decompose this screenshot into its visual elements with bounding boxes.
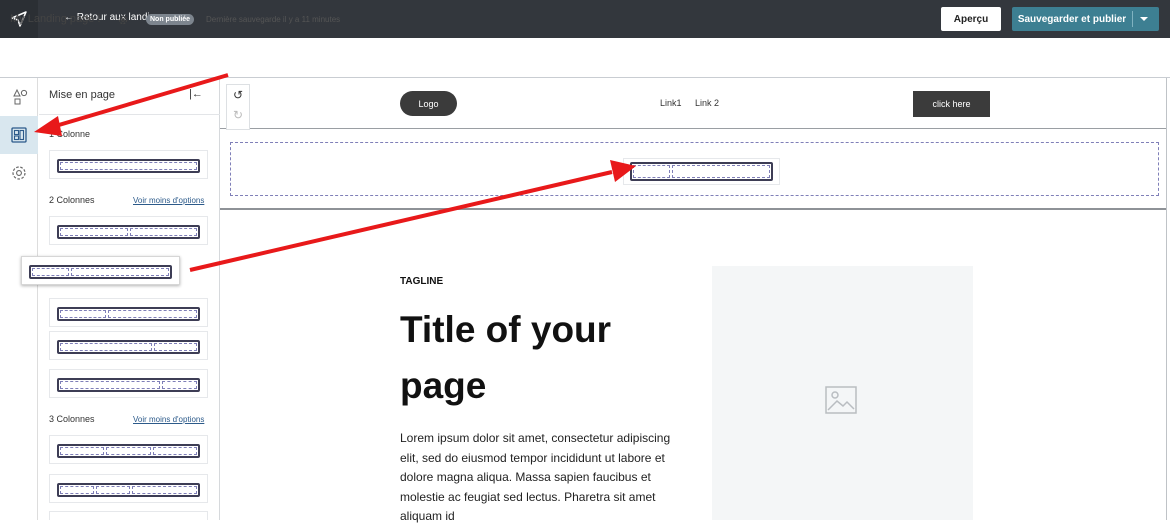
layout-icon[interactable] bbox=[0, 116, 38, 154]
nav-link-2[interactable]: Link 2 bbox=[695, 98, 719, 108]
section-1-colonne-label: 1 Colonne bbox=[49, 129, 91, 139]
section-3-colonnes-label: 3 Colonnes bbox=[49, 414, 95, 424]
landing-header-section[interactable] bbox=[220, 78, 1166, 129]
collapse-panel-icon[interactable]: |← bbox=[189, 88, 203, 100]
image-placeholder[interactable] bbox=[712, 266, 973, 520]
page-subheader bbox=[0, 38, 1170, 78]
save-and-publish-button[interactable]: Sauvegarder et publier bbox=[1012, 7, 1159, 31]
chevron-down-icon[interactable] bbox=[1140, 17, 1148, 21]
voir-moins-options-link[interactable]: Voir moins d'options bbox=[133, 196, 204, 205]
panel-divider bbox=[39, 114, 220, 115]
panel-title: Mise en page bbox=[49, 89, 116, 101]
hero-title[interactable]: Title of your page bbox=[400, 302, 700, 414]
layout-3-col-25-25-50[interactable] bbox=[49, 474, 208, 503]
undo-redo-controls: ↺ ↻ bbox=[226, 84, 250, 130]
nav-link-1[interactable]: Link1 bbox=[660, 98, 682, 108]
button-separator bbox=[1132, 11, 1133, 27]
settings-gear-icon[interactable] bbox=[0, 154, 38, 192]
hero-body-text[interactable]: Lorem ipsum dolor sit amet, consectetur … bbox=[400, 429, 685, 527]
cta-button[interactable]: click here bbox=[913, 91, 990, 117]
layout-3-col-equal[interactable] bbox=[49, 435, 208, 464]
settings-gear-icon[interactable] bbox=[117, 13, 129, 31]
dropped-layout-preview bbox=[623, 158, 780, 185]
layout-2-col-33-67-dragging[interactable] bbox=[21, 256, 180, 285]
save-and-publish-label: Sauvegarder et publier bbox=[1017, 13, 1127, 25]
layout-2-col-67-33[interactable] bbox=[49, 331, 208, 360]
layout-3-col-partial[interactable] bbox=[49, 511, 208, 520]
logo-button[interactable]: Logo bbox=[400, 91, 457, 116]
redo-icon[interactable]: ↻ bbox=[227, 108, 249, 122]
last-saved-text: Dernière sauvegarde il y a 11 minutes bbox=[206, 15, 341, 24]
undo-icon[interactable]: ↺ bbox=[227, 88, 249, 102]
layout-panel: Mise en page |← 1 Colonne 2 Colonnes Voi… bbox=[39, 78, 220, 520]
status-badge: Non publiée bbox=[146, 14, 195, 25]
voir-moins-options-link[interactable]: Voir moins d'options bbox=[133, 415, 204, 424]
page-title[interactable]: My Landing page ! bbox=[10, 13, 101, 25]
preview-button[interactable]: Aperçu bbox=[941, 7, 1001, 31]
section-divider bbox=[220, 208, 1166, 210]
image-icon bbox=[825, 386, 857, 414]
layout-1-col[interactable] bbox=[49, 150, 208, 179]
layout-2-col-50-50[interactable] bbox=[49, 216, 208, 245]
canvas-scrollbar[interactable] bbox=[1166, 78, 1167, 520]
hero-tagline[interactable]: TAGLINE bbox=[400, 276, 443, 287]
section-2-colonnes-label: 2 Colonnes bbox=[49, 195, 95, 205]
elements-shapes-icon[interactable] bbox=[0, 78, 38, 116]
layout-2-col-75-25[interactable] bbox=[49, 369, 208, 398]
layout-2-col-33-67[interactable] bbox=[49, 298, 208, 327]
